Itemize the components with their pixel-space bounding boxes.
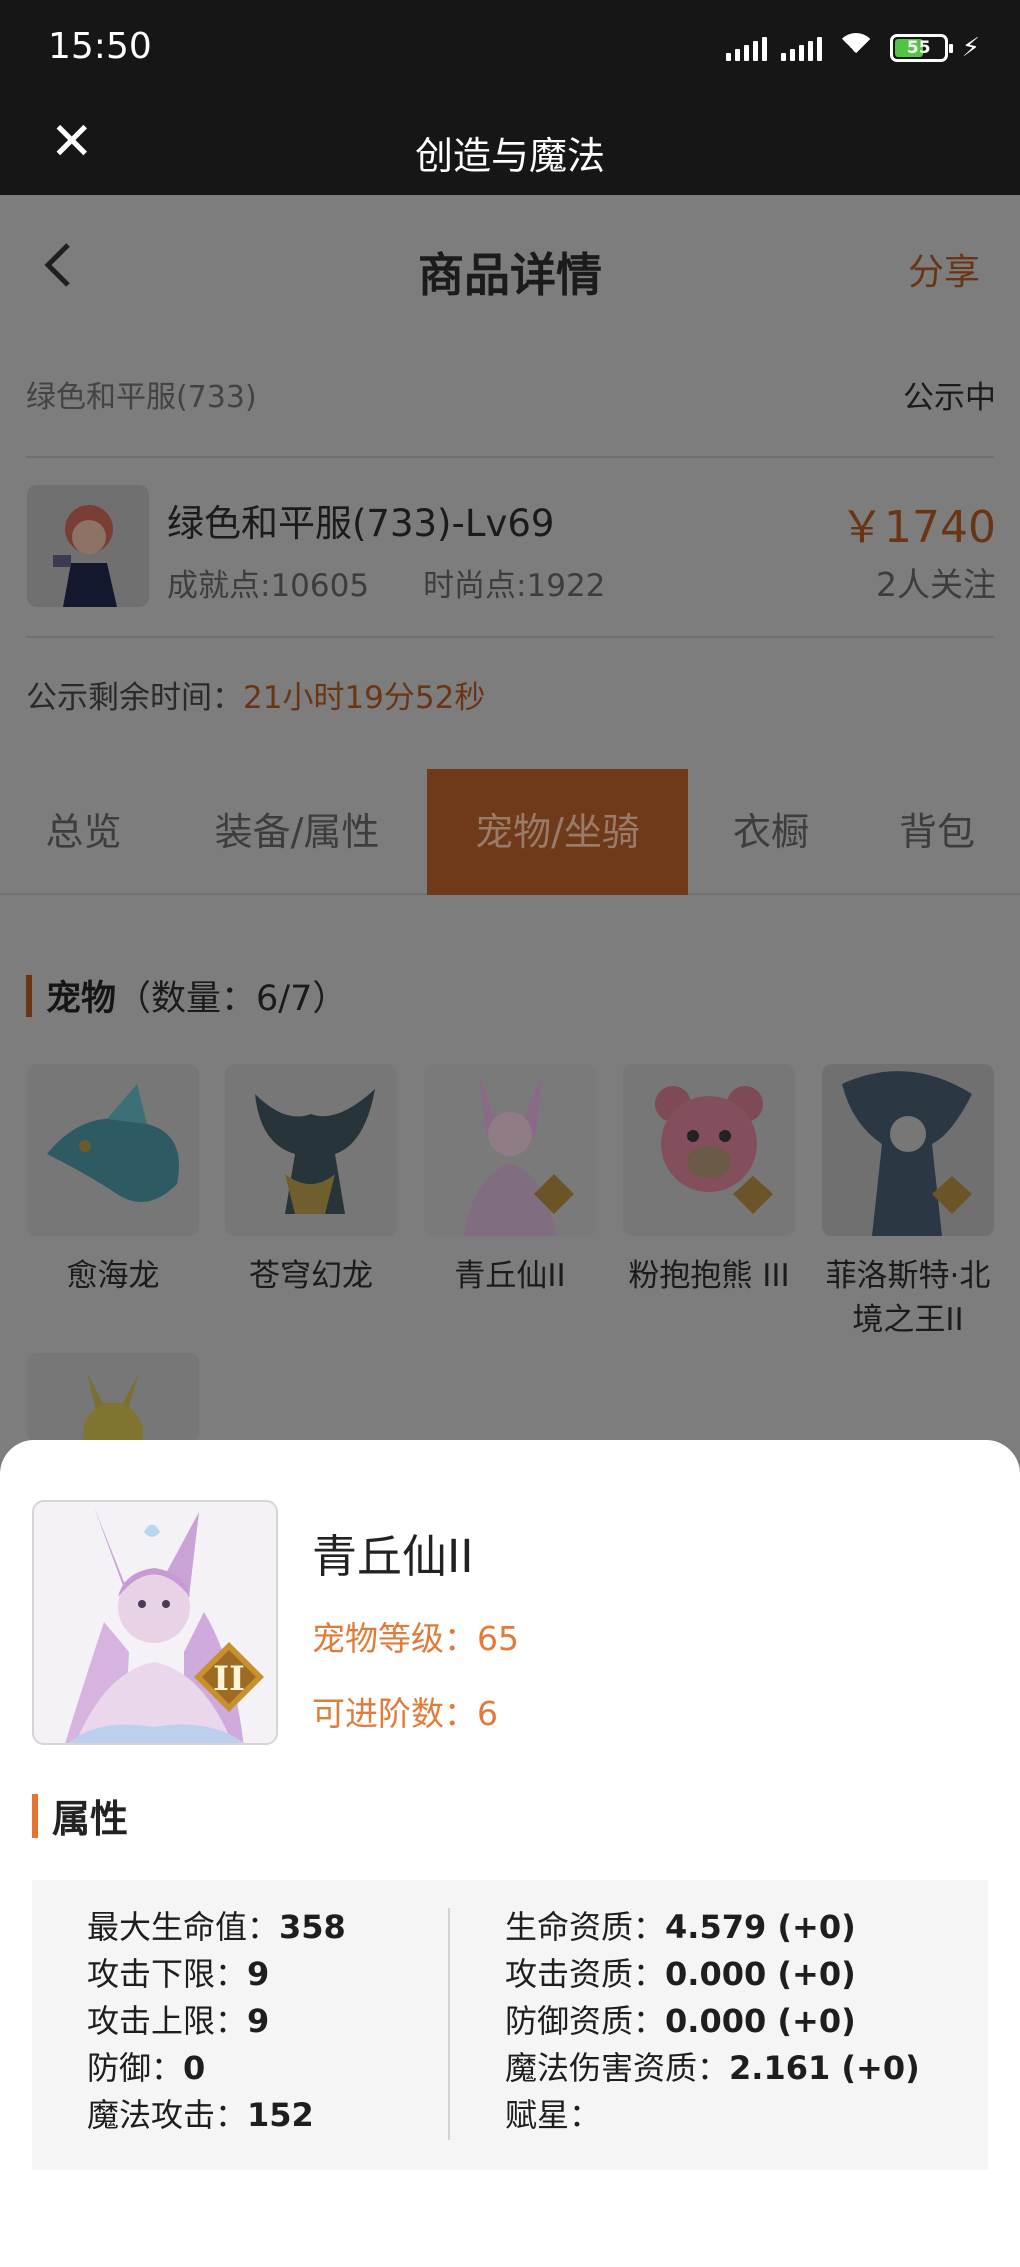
wifi-icon — [835, 33, 876, 63]
attr-row: 魔法伤害资质：2.161 (+0) — [505, 2045, 920, 2092]
pet-detail-sheet: II 青丘仙II 宠物等级：65 可进阶数：6 属性 最大生命值：358 攻击下… — [0, 1440, 1020, 2267]
pet-name: 苍穹幻龙 — [249, 1258, 373, 1294]
pet-thumbnail — [27, 1064, 199, 1236]
status-badge: 公示中 — [903, 380, 996, 416]
pet-card[interactable]: 青丘仙II — [424, 1064, 596, 1298]
remaining-value: 21小时19分52秒 — [243, 680, 486, 716]
attr-value: 0.000 (+0) — [665, 2002, 856, 2040]
attr-row: 攻击上限：9 — [87, 1998, 346, 2045]
attr-label: 攻击上限： — [87, 2002, 248, 2040]
svg-text:II: II — [213, 1659, 245, 1699]
attr-label: 攻击下限： — [87, 1955, 248, 1993]
attributes-panel: 最大生命值：358 攻击下限：9 攻击上限：9 防御：0 魔法攻击：152 生命… — [32, 1880, 988, 2170]
attr-row: 防御：0 — [87, 2045, 346, 2092]
attr-label: 生命资质： — [505, 1908, 666, 1946]
tab-pets-mounts[interactable]: 宠物/坐骑 — [427, 769, 688, 895]
attr-value: 9 — [247, 1955, 270, 1993]
pet-name: 青丘仙II — [454, 1258, 566, 1294]
attr-row: 魔法攻击：152 — [87, 2092, 346, 2139]
attr-label: 赋星： — [505, 2096, 602, 2134]
aptitude-attributes: 生命资质：4.579 (+0) 攻击资质：0.000 (+0) 防御资质：0.0… — [505, 1904, 920, 2139]
attr-value: 0 — [183, 2049, 206, 2087]
item-meta: 成就点:10605 时尚点:1922 — [167, 560, 659, 605]
remaining-label: 公示剩余时间： — [26, 680, 243, 716]
server-name: 绿色和平服(733) — [26, 380, 257, 415]
pet-card[interactable]: 粉抱抱熊 III — [623, 1064, 795, 1298]
attr-row: 攻击下限：9 — [87, 1951, 346, 1998]
fashion-points: 时尚点:1922 — [423, 568, 606, 604]
price: ￥1740 — [840, 502, 996, 553]
pet-avatar: II — [32, 1500, 278, 1745]
share-button[interactable]: 分享 — [908, 243, 980, 295]
attr-label: 攻击资质： — [505, 1955, 666, 1993]
pet-name: 粉抱抱熊 III — [628, 1258, 790, 1294]
signal-icon — [725, 35, 767, 61]
pet-card[interactable]: 苍穹幻龙 — [225, 1064, 397, 1298]
attr-value: 9 — [247, 2002, 270, 2040]
attr-value: 358 — [279, 1908, 346, 1946]
character-avatar — [27, 485, 149, 607]
attr-value: 2.161 (+0) — [729, 2049, 920, 2087]
attr-label: 最大生命值： — [87, 1908, 280, 1946]
attr-label: 魔法攻击： — [87, 2096, 248, 2134]
pets-count: （数量：6/7） — [116, 979, 348, 1019]
pet-name: 青丘仙II — [312, 1530, 474, 1583]
page-title: 商品详情 — [418, 248, 602, 302]
attr-value: 152 — [247, 2096, 314, 2134]
attr-label: 魔法伤害资质： — [505, 2049, 730, 2087]
divider — [26, 636, 994, 638]
base-attributes: 最大生命值：358 攻击下限：9 攻击上限：9 防御：0 魔法攻击：152 — [87, 1904, 346, 2139]
battery-level: 55 — [906, 38, 931, 58]
tab-backpack[interactable]: 背包 — [854, 769, 1020, 895]
pet-advance-count: 可进阶数：6 — [312, 1694, 498, 1733]
tab-overview[interactable]: 总览 — [0, 769, 167, 895]
pet-thumbnail — [27, 1353, 199, 1443]
pet-thumbnail — [424, 1064, 596, 1236]
remaining-time: 公示剩余时间：21小时19分52秒 — [26, 672, 485, 717]
pets-section-title: 宠物 （数量：6/7） — [26, 970, 347, 1021]
follower-count: 2人关注 — [876, 565, 996, 604]
pet-card[interactable]: 愈海龙 — [27, 1064, 199, 1298]
pet-thumbnail — [225, 1064, 397, 1236]
attr-row: 赋星： — [505, 2092, 920, 2139]
achievement-points: 成就点:10605 — [167, 568, 370, 604]
pet-thumbnail — [623, 1064, 795, 1236]
pet-thumbnail — [822, 1064, 994, 1236]
pets-title: 宠物 — [46, 979, 117, 1019]
attributes-section-title: 属性 — [32, 1788, 128, 1843]
tab-wardrobe[interactable]: 衣橱 — [688, 769, 854, 895]
attr-value: 0.000 (+0) — [665, 1955, 856, 1993]
pet-name: 菲洛斯特·北境之王II — [825, 1258, 991, 1338]
item-name: 绿色和平服(733)-Lv69 — [167, 502, 555, 545]
app-bar: ✕ 创造与魔法 — [0, 95, 1020, 195]
charging-icon: ⚡ — [961, 33, 980, 63]
app-title: 创造与魔法 — [414, 134, 605, 178]
status-time: 15:50 — [48, 26, 152, 67]
attr-row: 防御资质：0.000 (+0) — [505, 1998, 920, 2045]
status-bar: 15:50 55 ⚡ — [0, 0, 1020, 95]
attr-row: 攻击资质：0.000 (+0) — [505, 1951, 920, 1998]
attr-label: 防御资质： — [505, 2002, 666, 2040]
attributes-title: 属性 — [52, 1797, 129, 1841]
attr-row: 最大生命值：358 — [87, 1904, 346, 1951]
tab-bar: 总览 装备/属性 宠物/坐骑 衣橱 背包 — [0, 769, 1020, 895]
pet-card[interactable]: 菲洛斯特·北境之王II — [822, 1064, 994, 1342]
section-marker — [32, 1793, 38, 1838]
pet-level: 宠物等级：65 — [312, 1619, 519, 1658]
section-marker — [26, 974, 32, 1017]
column-divider — [448, 1908, 450, 2140]
system-icons: 55 ⚡ — [725, 30, 980, 66]
attr-value: 4.579 (+0) — [665, 1908, 856, 1946]
divider — [26, 456, 994, 458]
attr-label: 防御： — [87, 2049, 184, 2087]
battery-icon: 55 — [889, 34, 953, 62]
tab-equipment[interactable]: 装备/属性 — [167, 769, 427, 895]
pet-card[interactable] — [27, 1353, 199, 1443]
hd-signal-icon — [780, 35, 822, 61]
attr-row: 生命资质：4.579 (+0) — [505, 1904, 920, 1951]
pet-name: 愈海龙 — [66, 1258, 160, 1294]
